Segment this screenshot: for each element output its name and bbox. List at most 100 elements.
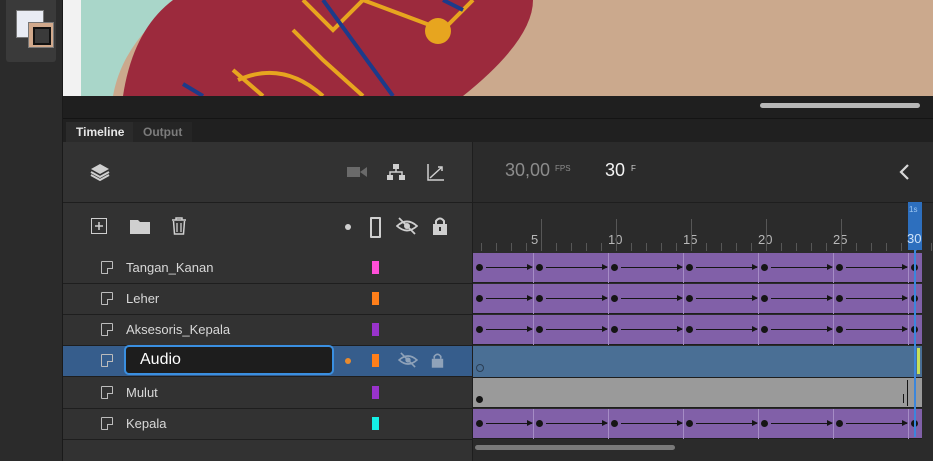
layer-row-audio[interactable] bbox=[63, 345, 472, 377]
stroke-color-swatch[interactable] bbox=[28, 22, 54, 48]
hide-icon[interactable] bbox=[397, 352, 419, 371]
frame-track-tangan-kanan[interactable] bbox=[473, 253, 922, 283]
ruler-tick bbox=[796, 243, 797, 251]
ruler-tick bbox=[751, 243, 752, 251]
stage-canvas[interactable] bbox=[63, 0, 933, 96]
ruler-tick bbox=[766, 219, 767, 251]
keyframe[interactable] bbox=[476, 420, 483, 427]
keyframe[interactable] bbox=[686, 326, 693, 333]
frame-divider bbox=[908, 315, 909, 345]
keyframe[interactable] bbox=[611, 420, 618, 427]
ruler-tick bbox=[526, 243, 527, 251]
folder-icon[interactable] bbox=[130, 218, 150, 239]
keyframe[interactable] bbox=[686, 264, 693, 271]
layer-row-leher[interactable]: Leher bbox=[63, 284, 472, 315]
keyframe[interactable] bbox=[611, 264, 618, 271]
keyframe[interactable] bbox=[761, 295, 768, 302]
keyframe[interactable] bbox=[761, 420, 768, 427]
keyframe[interactable] bbox=[611, 295, 618, 302]
keyframe[interactable] bbox=[686, 295, 693, 302]
frame-end-marker bbox=[903, 394, 904, 403]
tab-timeline[interactable]: Timeline bbox=[66, 122, 135, 143]
tween-arrow bbox=[621, 264, 683, 270]
panel-tabs: Timeline Output bbox=[63, 118, 933, 143]
tween-arrow bbox=[486, 295, 533, 301]
lock-icon[interactable] bbox=[431, 352, 444, 371]
ruler-tick bbox=[826, 243, 827, 251]
frame-divider bbox=[533, 409, 534, 439]
hierarchy-icon[interactable] bbox=[387, 163, 405, 186]
ruler-tick bbox=[811, 243, 812, 251]
lock-icon[interactable] bbox=[432, 216, 448, 240]
layer-rename-input[interactable] bbox=[124, 345, 334, 375]
ruler-tick bbox=[676, 243, 677, 251]
highlight-dot-icon[interactable] bbox=[345, 224, 351, 230]
playhead-handle[interactable]: 1s 30 bbox=[907, 202, 922, 250]
layer-color-swatch[interactable] bbox=[372, 354, 379, 367]
keyframe[interactable] bbox=[836, 420, 843, 427]
outline-icon[interactable] bbox=[370, 217, 381, 238]
camera-icon[interactable] bbox=[347, 165, 367, 184]
playhead-line bbox=[914, 250, 916, 437]
ruler-tick bbox=[631, 243, 632, 251]
fps-value[interactable]: 30,00 bbox=[505, 160, 550, 181]
ruler-tick bbox=[661, 243, 662, 251]
layer-row-aksesoris-kepala[interactable]: Aksesoris_Kepala bbox=[63, 315, 472, 346]
layer-color-swatch[interactable] bbox=[372, 417, 379, 430]
keyframe[interactable] bbox=[536, 295, 543, 302]
add-layer-icon[interactable] bbox=[91, 218, 107, 239]
layer-row-tangan-kanan[interactable]: Tangan_Kanan bbox=[63, 253, 472, 284]
keyframe[interactable] bbox=[476, 295, 483, 302]
layer-row-kepala[interactable]: Kepala bbox=[63, 409, 472, 440]
layer-color-swatch[interactable] bbox=[372, 386, 379, 399]
keyframe[interactable] bbox=[611, 326, 618, 333]
frame-divider bbox=[908, 284, 909, 314]
layer-icon bbox=[101, 417, 113, 430]
frame-divider bbox=[533, 253, 534, 283]
keyframe[interactable] bbox=[476, 264, 483, 271]
keyframe[interactable] bbox=[536, 420, 543, 427]
keyframe[interactable] bbox=[536, 264, 543, 271]
frame-track-mulut[interactable] bbox=[473, 378, 922, 408]
stroke-inner bbox=[33, 27, 51, 45]
keyframe[interactable] bbox=[836, 264, 843, 271]
highlight-dot-icon[interactable] bbox=[345, 358, 351, 364]
frame-track-aksesoris-kepala[interactable] bbox=[473, 315, 922, 345]
frame-divider bbox=[758, 409, 759, 439]
empty-keyframe[interactable] bbox=[476, 364, 484, 372]
timeline-scrollbar-thumb[interactable] bbox=[475, 445, 675, 450]
layer-name: Mulut bbox=[126, 385, 158, 400]
ruler-tick bbox=[511, 243, 512, 251]
layer-color-swatch[interactable] bbox=[372, 292, 379, 305]
trash-icon[interactable] bbox=[171, 217, 187, 240]
frame-track-audio[interactable] bbox=[473, 346, 922, 378]
keyframe[interactable] bbox=[476, 396, 483, 403]
frame-ruler[interactable]: 5 10 15 20 25 bbox=[473, 203, 933, 251]
frame-divider bbox=[758, 253, 759, 283]
layer-icon bbox=[101, 386, 113, 399]
frame-track-leher[interactable] bbox=[473, 284, 922, 314]
layer-color-swatch[interactable] bbox=[372, 323, 379, 336]
frame-track-kepala[interactable] bbox=[473, 409, 922, 439]
layer-row-mulut[interactable]: Mulut bbox=[63, 378, 472, 409]
layer-color-swatch[interactable] bbox=[372, 261, 379, 274]
tween-arrow bbox=[771, 295, 833, 301]
tween-arrow bbox=[771, 420, 833, 426]
frame-divider bbox=[833, 409, 834, 439]
stage-scrollbar-thumb[interactable] bbox=[760, 103, 920, 108]
keyframe[interactable] bbox=[836, 326, 843, 333]
layers-icon[interactable] bbox=[90, 162, 110, 187]
keyframe[interactable] bbox=[836, 295, 843, 302]
graph-icon[interactable] bbox=[427, 163, 445, 186]
keyframe[interactable] bbox=[686, 420, 693, 427]
keyframe[interactable] bbox=[536, 326, 543, 333]
keyframe[interactable] bbox=[761, 264, 768, 271]
frame-divider bbox=[608, 409, 609, 439]
chevron-left-icon[interactable] bbox=[898, 163, 910, 186]
hide-icon[interactable] bbox=[395, 217, 419, 240]
keyframe[interactable] bbox=[476, 326, 483, 333]
tab-output[interactable]: Output bbox=[133, 122, 193, 143]
keyframe[interactable] bbox=[761, 326, 768, 333]
tween-arrow bbox=[846, 295, 908, 301]
current-frame-value[interactable]: 30 bbox=[605, 160, 625, 181]
